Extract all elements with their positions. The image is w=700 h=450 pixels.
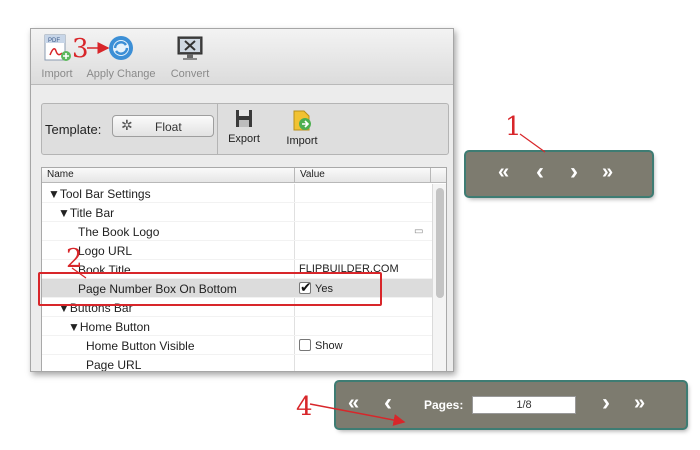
annotation-number-2: 2 xyxy=(66,244,83,274)
annotation-arrow-4 xyxy=(309,403,406,426)
annotation-number-3: 3 xyxy=(72,34,89,64)
annotation-line-1 xyxy=(519,133,546,153)
annotation-number-1: 1 xyxy=(505,112,522,142)
annotation-number-4: 4 xyxy=(296,392,313,422)
annotation-arrows xyxy=(71,42,546,426)
